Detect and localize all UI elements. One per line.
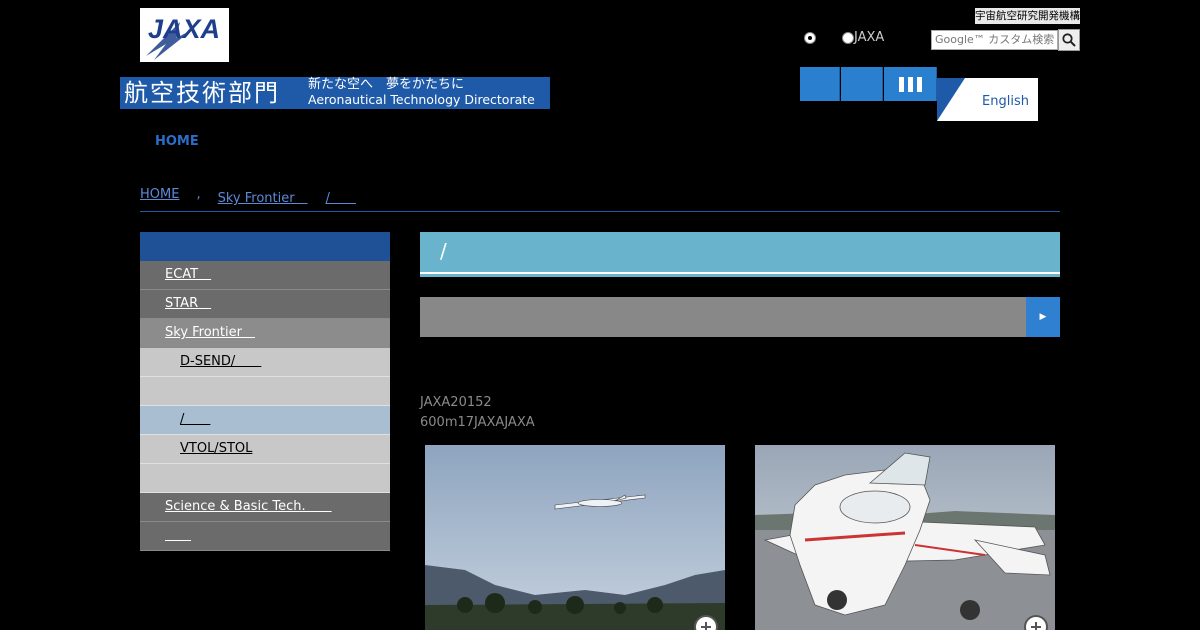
sidebar-header xyxy=(140,232,390,261)
body-text-line-2: 600m17JAXAJAXA xyxy=(420,414,535,430)
radio-jaxa-label: JAXA xyxy=(854,30,885,45)
sidebar-item-science-basic[interactable]: Science & Basic Tech. xyxy=(140,493,390,522)
sidebar-item-d-send[interactable]: D-SEND/ xyxy=(140,348,390,377)
breadcrumb-separator: , xyxy=(196,187,201,202)
breadcrumb-home[interactable]: HOME xyxy=(140,187,179,206)
svg-text:JAXA: JAXA xyxy=(148,14,220,44)
jaxa-logo[interactable]: JAXA xyxy=(140,8,229,62)
breadcrumb-current[interactable]: / xyxy=(326,187,356,206)
global-nav-home[interactable]: HOME xyxy=(155,134,199,149)
body-text: JAXA20152 600m17JAXAJAXA xyxy=(420,393,535,432)
english-link[interactable]: English xyxy=(937,78,1038,121)
radio-site[interactable] xyxy=(804,31,816,44)
photo-aircraft-ground[interactable] xyxy=(755,445,1055,630)
search-icon xyxy=(1062,33,1076,47)
sidebar-item-star[interactable]: STAR xyxy=(140,290,390,319)
search-input[interactable]: Google™ カスタム検索 xyxy=(931,30,1058,50)
org-label[interactable]: 宇宙航空研究開発機構 xyxy=(975,8,1080,24)
radio-jaxa[interactable] xyxy=(842,31,854,44)
search-button[interactable] xyxy=(1058,29,1080,51)
sidebar-item-blank-1[interactable] xyxy=(140,377,390,406)
zoom-icon[interactable] xyxy=(694,615,718,630)
breadcrumb-divider xyxy=(140,211,1060,212)
page-heading-rule xyxy=(420,272,1060,274)
sidebar-item-ecat[interactable]: ECAT xyxy=(140,261,390,290)
photo-aircraft-flight[interactable] xyxy=(425,445,725,630)
page-heading: / xyxy=(420,232,1060,277)
section-select[interactable] xyxy=(420,297,1026,337)
sidebar-item-vtol-stol[interactable]: VTOL/STOL xyxy=(140,435,390,464)
sidebar: ECAT STAR Sky Frontier D-SEND/ / VTOL/ST… xyxy=(140,232,390,551)
breadcrumb-sky-frontier[interactable]: Sky Frontier xyxy=(218,187,308,206)
breadcrumb: HOME , Sky Frontier / xyxy=(140,187,356,206)
sidebar-item-current[interactable]: / xyxy=(140,406,390,435)
dept-banner[interactable]: 航空技術部門 新たな空へ 夢をかたちに Aeronautical Technol… xyxy=(120,77,550,109)
sidebar-item-last[interactable] xyxy=(140,522,390,551)
dept-subtitle: 新たな空へ 夢をかたちに xyxy=(308,77,465,92)
util-button-1[interactable] xyxy=(800,67,840,101)
english-label: English xyxy=(982,94,1029,109)
menu-bars-icon[interactable] xyxy=(884,67,937,101)
dept-title-jp: 航空技術部門 xyxy=(124,79,280,107)
page-title: / xyxy=(440,239,447,263)
dept-title-en: Aeronautical Technology Directorate xyxy=(308,92,535,107)
zoom-icon[interactable] xyxy=(1024,615,1048,630)
sidebar-item-blank-2[interactable] xyxy=(140,464,390,493)
section-select-button[interactable]: ▶ xyxy=(1026,297,1060,337)
body-text-line-1: JAXA20152 xyxy=(420,395,492,410)
sidebar-item-sky-frontier[interactable]: Sky Frontier xyxy=(140,319,390,348)
util-button-2[interactable] xyxy=(841,67,883,101)
search-scope-radios: JAXA xyxy=(804,30,884,45)
